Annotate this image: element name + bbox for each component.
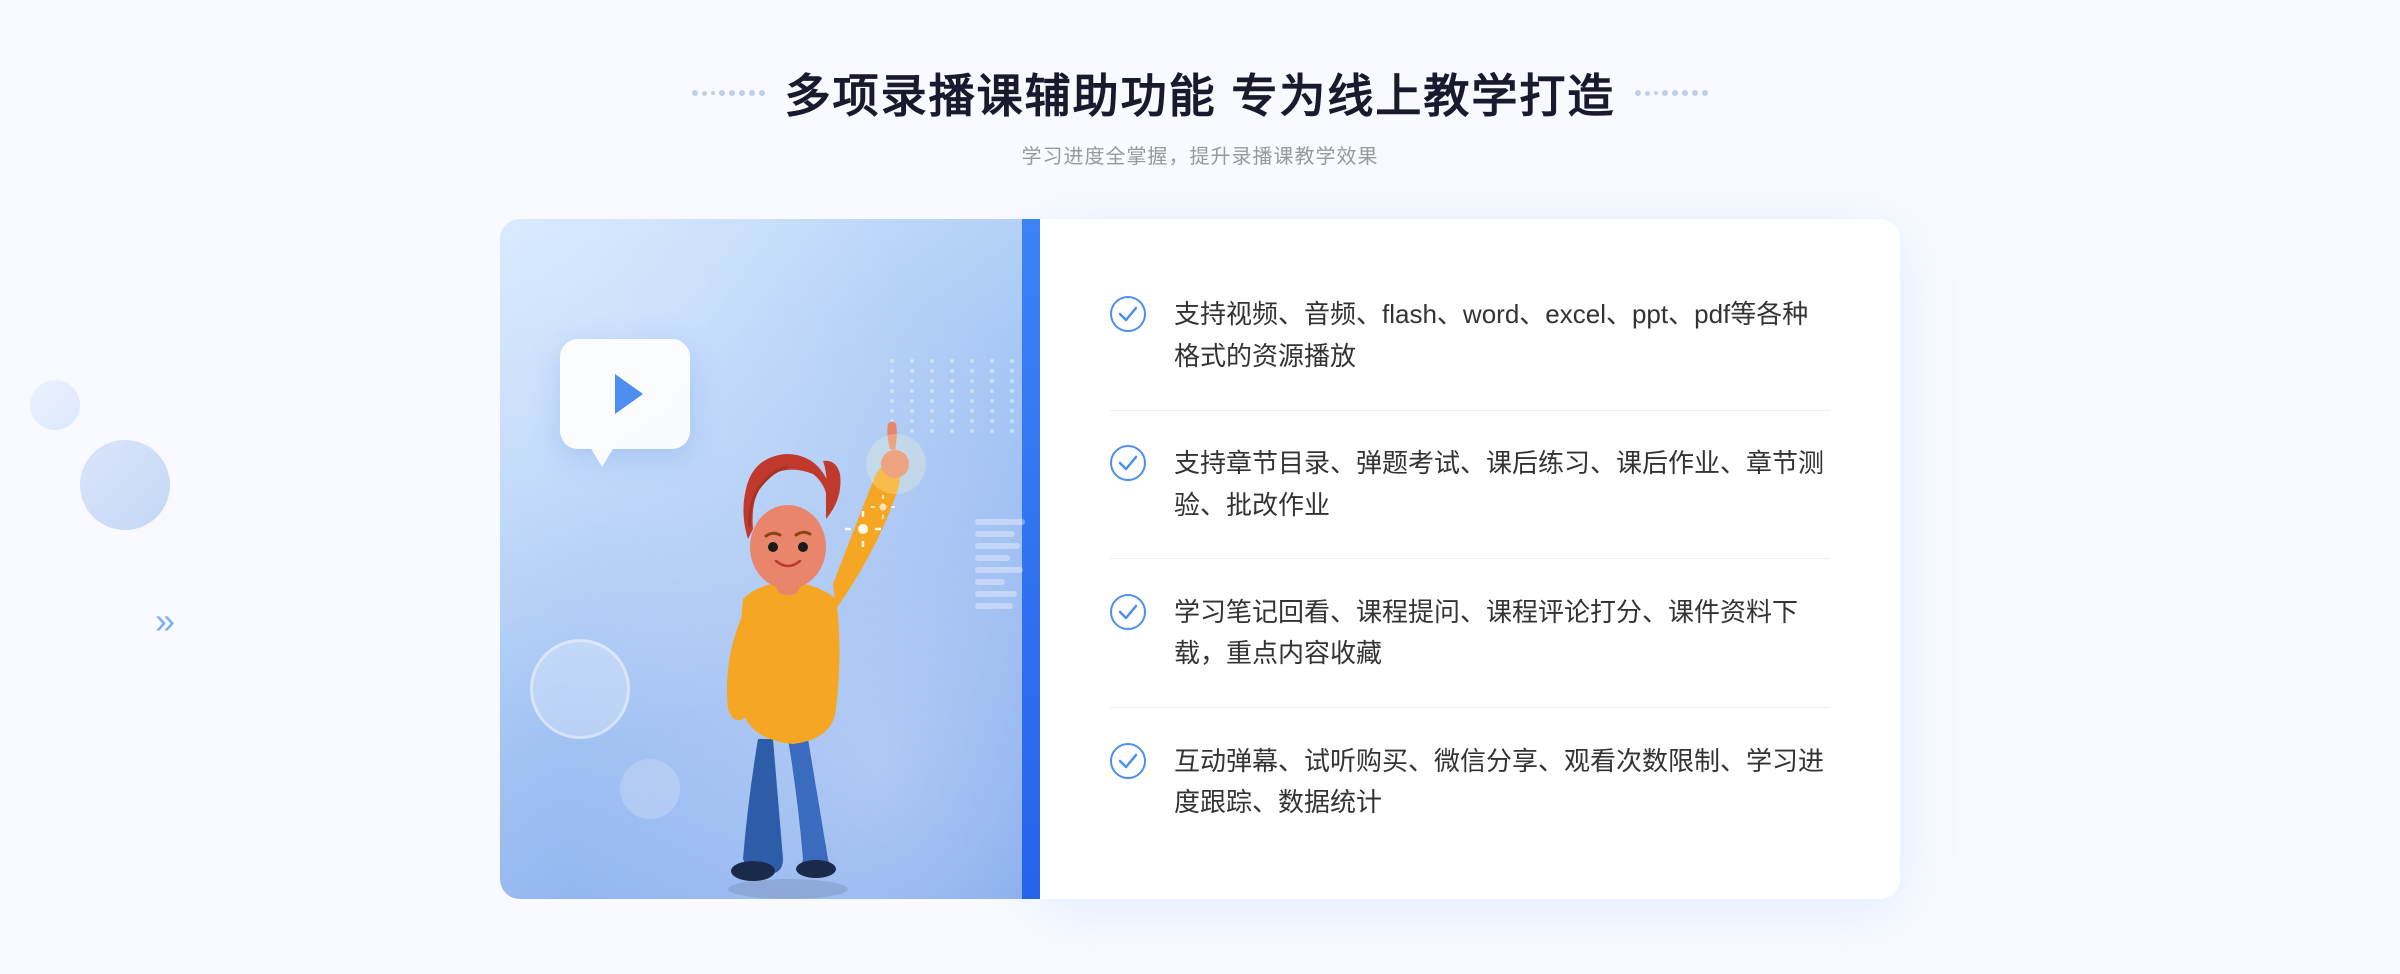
chevron-left-decoration: » — [155, 600, 175, 642]
feature-item-4: 互动弹幕、试听购买、微信分享、观看次数限制、学习进度跟踪、数据统计 — [1110, 723, 1830, 842]
person-illustration — [658, 399, 938, 899]
check-icon-2 — [1110, 445, 1146, 481]
check-icon-4 — [1110, 743, 1146, 779]
check-icon-3 — [1110, 594, 1146, 630]
header-decorators: 多项录播课辅助功能 专为线上教学打造 — [692, 60, 1709, 126]
divider-2 — [1110, 558, 1830, 559]
feature-item-2: 支持章节目录、弹题考试、课后练习、课后作业、章节测验、批改作业 — [1110, 425, 1830, 544]
deco-circle-large — [530, 639, 630, 739]
divider-3 — [1110, 707, 1830, 708]
feature-text-4: 互动弹幕、试听购买、微信分享、观看次数限制、学习进度跟踪、数据统计 — [1174, 741, 1830, 824]
page-wrapper: 多项录播课辅助功能 专为线上教学打造 学习进度全掌握，提升录播课教学效果 — [0, 0, 2400, 974]
feature-text-2: 支持章节目录、弹题考试、课后练习、课后作业、章节测验、批改作业 — [1174, 443, 1830, 526]
content-area: 支持视频、音频、flash、word、excel、ppt、pdf等各种格式的资源… — [500, 219, 1900, 899]
decorator-dots-left — [692, 90, 765, 96]
feature-text-3: 学习笔记回看、课程提问、课程评论打分、课件资料下载，重点内容收藏 — [1174, 592, 1830, 675]
header-section: 多项录播课辅助功能 专为线上教学打造 学习进度全掌握，提升录播课教学效果 — [692, 60, 1709, 169]
sub-title: 学习进度全掌握，提升录播课教学效果 — [692, 140, 1709, 169]
play-icon — [615, 374, 643, 414]
stripes-decoration — [975, 519, 1025, 639]
main-title: 多项录播课辅助功能 专为线上教学打造 — [785, 60, 1616, 126]
left-deco-circle-large — [80, 440, 170, 530]
check-icon-1 — [1110, 296, 1146, 332]
left-deco-circle-small — [30, 380, 80, 430]
feature-text-1: 支持视频、音频、flash、word、excel、ppt、pdf等各种格式的资源… — [1174, 294, 1830, 377]
feature-item-3: 学习笔记回看、课程提问、课程评论打分、课件资料下载，重点内容收藏 — [1110, 574, 1830, 693]
illustration-panel — [500, 219, 1040, 899]
feature-item-1: 支持视频、音频、flash、word、excel、ppt、pdf等各种格式的资源… — [1110, 276, 1830, 395]
content-panel: 支持视频、音频、flash、word、excel、ppt、pdf等各种格式的资源… — [1040, 219, 1900, 899]
decorator-dots-right — [1635, 90, 1708, 96]
divider-1 — [1110, 410, 1830, 411]
